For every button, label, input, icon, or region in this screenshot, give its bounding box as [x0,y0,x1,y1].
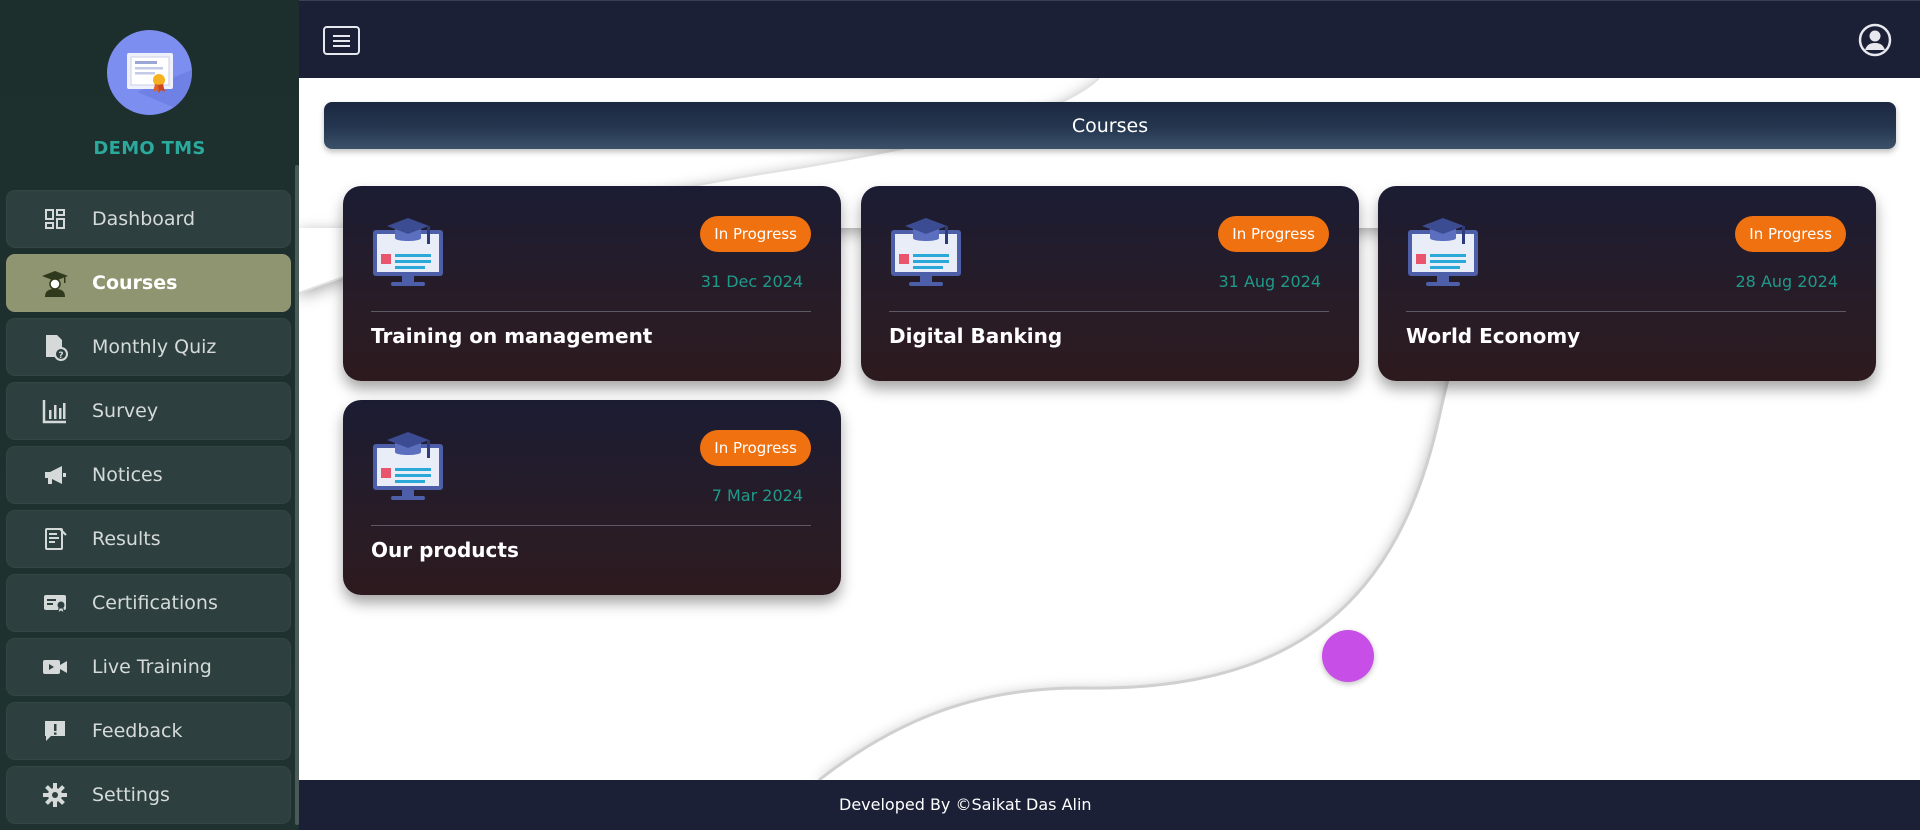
divider [1406,311,1846,312]
sidebar-item-live-training[interactable]: Live Training [6,638,291,696]
sidebar-item-label: Courses [92,272,178,294]
course-title: World Economy [1406,324,1581,348]
sidebar: DEMO TMS Dashboard Courses ? Monthly Qui… [0,0,299,830]
sidebar-item-label: Feedback [92,720,183,742]
sidebar-item-label: Settings [92,784,170,806]
footer-credit: Developed By ©Saikat Das Alin [839,795,1092,814]
logo [107,30,192,115]
divider [889,311,1329,312]
course-monitor-icon [371,432,445,502]
sidebar-item-label: Dashboard [92,208,196,230]
sidebar-item-monthly-quiz[interactable]: ? Monthly Quiz [6,318,291,376]
course-card[interactable]: In Progress 31 Aug 2024 Digital Banking [861,186,1359,381]
quiz-icon: ? [40,332,70,362]
sidebar-item-label: Notices [92,464,163,486]
graduate-icon [40,268,70,298]
course-date: 31 Dec 2024 [700,272,803,291]
sidebar-item-feedback[interactable]: Feedback [6,702,291,760]
hamburger-menu-button[interactable] [323,26,360,55]
certificate-icon [40,588,70,618]
course-monitor-icon [889,218,963,288]
page-header: Courses [324,102,1896,149]
course-card[interactable]: In Progress 31 Dec 2024 Training on mana… [343,186,841,381]
sidebar-item-results[interactable]: Results [6,510,291,568]
course-card[interactable]: In Progress 28 Aug 2024 World Economy [1378,186,1876,381]
user-circle-icon[interactable] [1858,23,1892,57]
course-title: Training on management [371,324,653,348]
sidebar-item-label: Monthly Quiz [92,336,217,358]
brand-title: DEMO TMS [93,138,206,159]
floating-action-button[interactable] [1322,630,1374,682]
course-card[interactable]: In Progress 7 Mar 2024 Our products [343,400,841,595]
sidebar-item-courses[interactable]: Courses [6,254,291,312]
feedback-icon [40,716,70,746]
dashboard-icon [40,204,70,234]
gear-icon [40,780,70,810]
sidebar-item-label: Survey [92,400,159,422]
course-date: 31 Aug 2024 [1218,272,1322,291]
sidebar-item-settings[interactable]: Settings [6,766,291,824]
page-title: Courses [1071,114,1149,137]
status-badge: In Progress [1218,216,1329,252]
footer: Developed By ©Saikat Das Alin [299,780,1920,830]
divider [371,311,811,312]
sidebar-item-dashboard[interactable]: Dashboard [6,190,291,248]
bar-chart-icon [40,396,70,426]
course-title: Our products [371,538,519,562]
sidebar-item-label: Results [92,528,161,550]
sidebar-item-certifications[interactable]: Certifications [6,574,291,632]
sidebar-nav: Dashboard Courses ? Monthly Quiz Survey … [6,190,291,830]
course-date: 28 Aug 2024 [1735,272,1839,291]
course-monitor-icon [371,218,445,288]
course-date: 7 Mar 2024 [711,486,803,505]
status-badge: In Progress [700,430,811,466]
top-bar [299,0,1920,78]
status-badge: In Progress [700,216,811,252]
course-monitor-icon [1406,218,1480,288]
sidebar-item-survey[interactable]: Survey [6,382,291,440]
divider [371,525,811,526]
megaphone-icon [40,460,70,490]
status-badge: In Progress [1735,216,1846,252]
course-title: Digital Banking [889,324,1063,348]
results-icon [40,524,70,554]
sidebar-item-notices[interactable]: Notices [6,446,291,504]
certificate-logo-icon [127,53,192,115]
sidebar-item-label: Certifications [92,592,218,614]
svg-text:?: ? [58,351,63,361]
video-icon [40,652,70,682]
sidebar-item-label: Live Training [92,656,212,678]
